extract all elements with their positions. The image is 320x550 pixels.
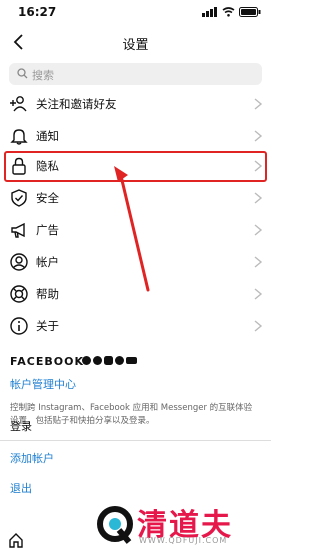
home-icon[interactable] (8, 532, 24, 548)
facebook-app-icons (82, 356, 137, 365)
watermark: 清道夫 WWW.QDFUJI.COM (95, 500, 271, 550)
annotation-arrow (114, 166, 150, 292)
watermark-logo-icon (97, 506, 133, 544)
portal-icon (126, 357, 137, 364)
login-heading: 登录 (10, 420, 32, 433)
divider (0, 440, 271, 441)
watermark-url: WWW.QDFUJI.COM (139, 536, 228, 545)
accounts-center-description: 控制跨 Instagram、Facebook 应用和 Messenger 的互联… (10, 403, 253, 426)
whatsapp-icon (115, 356, 124, 365)
add-account-link[interactable]: 添加帐户 (10, 450, 54, 466)
logout-link[interactable]: 退出 (10, 480, 32, 496)
messenger-icon (93, 356, 102, 365)
facebook-brand: FACEBOOK (10, 355, 84, 368)
instagram-icon (104, 356, 113, 365)
accounts-center-link[interactable]: 帐户管理中心 (10, 376, 76, 392)
facebook-icon (82, 356, 91, 365)
